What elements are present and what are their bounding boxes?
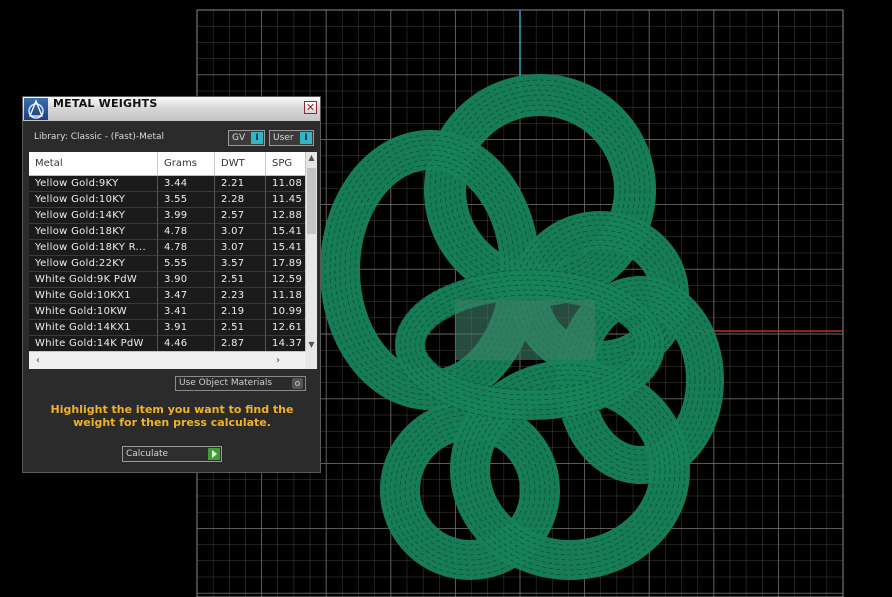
use-object-materials-label: Use Object Materials: [179, 378, 273, 388]
close-button[interactable]: ✕: [304, 101, 317, 114]
cell-grams: 3.44: [158, 176, 215, 192]
wireframe-pendant-model[interactable]: [320, 74, 724, 580]
radio-icon: [292, 378, 303, 389]
cell-spg: 11.45: [266, 192, 305, 208]
gv-toggle-label: GV: [232, 133, 246, 143]
cell-dwt: 3.57: [215, 256, 266, 272]
calculate-button[interactable]: Calculate: [122, 446, 222, 462]
cell-metal: White Gold:14K PdW: [29, 336, 158, 351]
cell-grams: 3.90: [158, 272, 215, 288]
table-row[interactable]: White Gold:14KX1 3.91 2.51 12.61: [29, 320, 305, 336]
cell-spg: 15.41: [266, 240, 305, 256]
panel-titlebar[interactable]: METAL WEIGHTS ✕: [23, 97, 320, 121]
table-row[interactable]: White Gold:10KW 3.41 2.19 10.99: [29, 304, 305, 320]
column-header-spg[interactable]: SPG: [266, 152, 305, 175]
cell-grams: 4.78: [158, 224, 215, 240]
cell-grams: 5.55: [158, 256, 215, 272]
table-row[interactable]: White Gold:9K PdW 3.90 2.51 12.59: [29, 272, 305, 288]
table-row[interactable]: White Gold:14K PdW 4.46 2.87 14.37: [29, 336, 305, 351]
scrollbar-corner: [305, 351, 317, 369]
gv-toggle[interactable]: GV I: [228, 130, 265, 146]
cell-spg: 11.08: [266, 176, 305, 192]
scroll-down-icon[interactable]: ▼: [306, 339, 317, 351]
cell-spg: 11.18: [266, 288, 305, 304]
scroll-up-icon[interactable]: ▲: [306, 152, 317, 164]
cell-grams: 3.91: [158, 320, 215, 336]
table-body: Yellow Gold:9KY 3.44 2.21 11.08 Yellow Gold:…: [29, 176, 305, 351]
user-toggle[interactable]: User I: [269, 130, 314, 146]
cell-dwt: 2.28: [215, 192, 266, 208]
cell-spg: 15.41: [266, 224, 305, 240]
cell-grams: 4.78: [158, 240, 215, 256]
play-arrow-icon: [208, 448, 220, 460]
cell-grams: 3.99: [158, 208, 215, 224]
toggle-on-icon: I: [300, 132, 312, 144]
cell-grams: 3.41: [158, 304, 215, 320]
cell-metal: White Gold:10KX1: [29, 288, 158, 304]
cell-dwt: 2.57: [215, 208, 266, 224]
cell-metal: White Gold:14KX1: [29, 320, 158, 336]
cell-spg: 12.59: [266, 272, 305, 288]
cell-dwt: 3.07: [215, 240, 266, 256]
cell-spg: 17.89: [266, 256, 305, 272]
table-row[interactable]: Yellow Gold:22KY 5.55 3.57 17.89: [29, 256, 305, 272]
table-row[interactable]: White Gold:10KX1 3.47 2.23 11.18: [29, 288, 305, 304]
cell-dwt: 3.07: [215, 224, 266, 240]
cell-metal: Yellow Gold:22KY: [29, 256, 158, 272]
cell-grams: 4.46: [158, 336, 215, 351]
scroll-right-icon[interactable]: ›: [271, 352, 285, 369]
cell-spg: 14.37: [266, 336, 305, 351]
cell-metal: Yellow Gold:14KY: [29, 208, 158, 224]
scroll-left-icon[interactable]: ‹: [31, 352, 45, 369]
calculate-label: Calculate: [126, 449, 169, 459]
app-logo-icon: [24, 98, 48, 120]
library-label: Library: Classic - (Fast)-Metal: [34, 132, 165, 142]
table-row[interactable]: Yellow Gold:18KY 4.78 3.07 15.41: [29, 224, 305, 240]
vertical-scrollbar[interactable]: ▲ ▼: [305, 152, 317, 351]
cell-metal: White Gold:10KW: [29, 304, 158, 320]
cell-metal: Yellow Gold:18KY R...: [29, 240, 158, 256]
table-row[interactable]: Yellow Gold:18KY R... 4.78 3.07 15.41: [29, 240, 305, 256]
close-icon: ✕: [305, 101, 316, 114]
table-row[interactable]: Yellow Gold:9KY 3.44 2.21 11.08: [29, 176, 305, 192]
cell-dwt: 2.51: [215, 320, 266, 336]
column-header-metal[interactable]: Metal: [29, 152, 158, 175]
cell-metal: Yellow Gold:10KY: [29, 192, 158, 208]
table-row[interactable]: Yellow Gold:10KY 3.55 2.28 11.45: [29, 192, 305, 208]
toggle-on-icon: I: [251, 132, 263, 144]
cell-dwt: 2.21: [215, 176, 266, 192]
cell-spg: 12.88: [266, 208, 305, 224]
table-row[interactable]: Yellow Gold:14KY 3.99 2.57 12.88: [29, 208, 305, 224]
user-toggle-label: User: [273, 133, 294, 143]
column-header-dwt[interactable]: DWT: [215, 152, 266, 175]
table-header: Metal Grams DWT SPG: [29, 152, 305, 176]
cell-dwt: 2.51: [215, 272, 266, 288]
cell-spg: 12.61: [266, 320, 305, 336]
cell-grams: 3.47: [158, 288, 215, 304]
cell-metal: Yellow Gold:18KY: [29, 224, 158, 240]
horizontal-scrollbar[interactable]: ‹ ›: [29, 351, 305, 369]
cell-metal: White Gold:9K PdW: [29, 272, 158, 288]
scrollbar-thumb[interactable]: [307, 168, 316, 234]
metal-table: Metal Grams DWT SPG Yellow Gold:9KY 3.44 2…: [29, 152, 317, 369]
instructions-text: Highlight the item you want to find the …: [50, 403, 294, 429]
cell-grams: 3.55: [158, 192, 215, 208]
cell-dwt: 2.23: [215, 288, 266, 304]
cell-dwt: 2.19: [215, 304, 266, 320]
cell-dwt: 2.87: [215, 336, 266, 351]
panel-title: METAL WEIGHTS: [53, 97, 158, 110]
column-header-grams[interactable]: Grams: [158, 152, 215, 175]
cell-spg: 10.99: [266, 304, 305, 320]
use-object-materials-toggle[interactable]: Use Object Materials: [175, 376, 306, 391]
cell-metal: Yellow Gold:9KY: [29, 176, 158, 192]
metal-weights-panel: METAL WEIGHTS ✕ Library: Classic - (Fast…: [22, 96, 321, 473]
